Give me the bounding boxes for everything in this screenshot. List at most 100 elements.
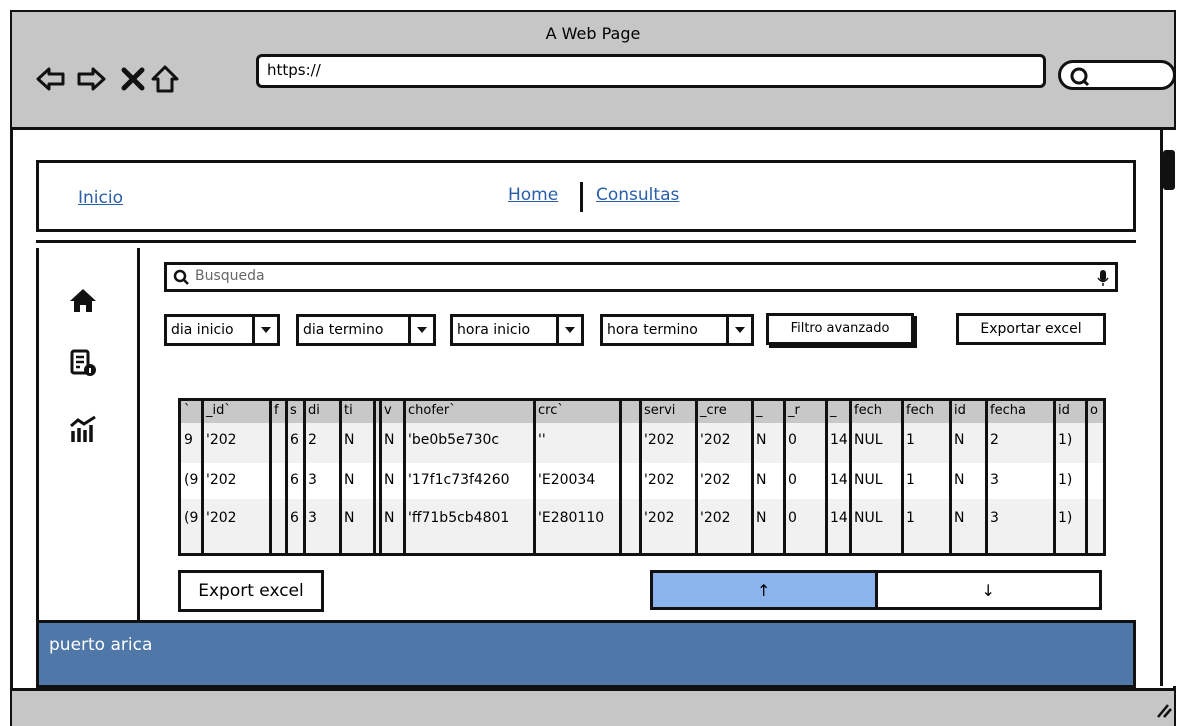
- column-divider: [403, 401, 406, 553]
- column-divider: [339, 401, 342, 553]
- column-divider: [303, 401, 306, 553]
- table-cell: N: [756, 472, 767, 488]
- export-excel-bottom-button[interactable]: Export excel: [178, 570, 324, 612]
- table-cell: 2: [308, 432, 317, 448]
- close-icon[interactable]: [118, 64, 148, 94]
- table-cell: 1: [906, 472, 915, 488]
- column-divider: [379, 401, 382, 553]
- table-row[interactable]: (9'202 6 3 N N '17f1c73f4260 'E20034'202'202 N 0…: [181, 463, 1103, 499]
- table-cell: NUL: [854, 472, 883, 488]
- top-navigation: [36, 160, 1136, 232]
- table-cell: N: [954, 472, 965, 488]
- advanced-filter-button[interactable]: Filtro avanzado: [766, 313, 914, 345]
- table-cell: N: [954, 510, 965, 526]
- dropdown-dia-termino[interactable]: dia termino: [296, 314, 436, 346]
- vertical-scrollbar[interactable]: [1160, 130, 1176, 686]
- table-header-cell[interactable]: _: [827, 401, 851, 423]
- table-cell: '202: [206, 510, 237, 526]
- table-header-cell[interactable]: _id`: [203, 401, 271, 423]
- table-header-cell[interactable]: fecha: [987, 401, 1055, 423]
- url-bar[interactable]: https://: [256, 54, 1046, 88]
- table-cell: '202: [206, 432, 237, 448]
- nav-link-consultas[interactable]: Consultas: [596, 185, 679, 205]
- dropdown-dia-inicio[interactable]: dia inicio: [164, 314, 280, 346]
- column-divider: [849, 401, 852, 553]
- table-cell: 3: [990, 472, 999, 488]
- search-input[interactable]: Busqueda: [164, 262, 1118, 292]
- table-header-cell[interactable]: _r: [785, 401, 827, 423]
- table-cell: N: [344, 472, 355, 488]
- table-cell: 1): [1058, 510, 1073, 526]
- table-header-cell[interactable]: id: [951, 401, 987, 423]
- content-divider: [36, 240, 1136, 243]
- nav-link-inicio[interactable]: Inicio: [78, 188, 123, 208]
- table-cell: [621, 463, 641, 499]
- table-cell: [1087, 463, 1103, 499]
- table-cell: NUL: [854, 510, 883, 526]
- home-icon[interactable]: [150, 64, 180, 94]
- table-cell: '202: [644, 472, 675, 488]
- report-icon[interactable]: [68, 348, 98, 378]
- column-divider: [1085, 401, 1088, 553]
- analytics-icon[interactable]: [68, 414, 98, 444]
- dropdown-hora-termino[interactable]: hora termino: [600, 314, 754, 346]
- home-icon[interactable]: [68, 286, 98, 316]
- resize-grip-icon[interactable]: [1156, 699, 1172, 719]
- export-excel-button[interactable]: Exportar excel: [956, 313, 1106, 345]
- back-arrow-icon[interactable]: [36, 64, 66, 94]
- column-divider: [751, 401, 754, 553]
- column-divider: [949, 401, 952, 553]
- forward-arrow-icon[interactable]: [76, 64, 106, 94]
- table-cell: '': [538, 432, 546, 448]
- nav-separator: [580, 182, 583, 212]
- table-cell: N: [384, 510, 395, 526]
- scrollbar-thumb[interactable]: [1163, 150, 1175, 190]
- table-header-cell[interactable]: servi: [641, 401, 697, 423]
- table-cell: 9: [184, 432, 193, 448]
- column-divider: [783, 401, 786, 553]
- table-cell: N: [954, 432, 965, 448]
- column-divider: [373, 401, 376, 553]
- nav-link-home[interactable]: Home: [508, 185, 558, 205]
- browser-search-field[interactable]: [1058, 60, 1176, 90]
- column-divider: [901, 401, 904, 553]
- table-cell: [1087, 423, 1103, 459]
- page-up-button[interactable]: ↑: [653, 573, 878, 607]
- table-cell: 3: [308, 510, 317, 526]
- table-header-cell[interactable]: chofer`: [405, 401, 535, 423]
- table-cell: 2: [990, 432, 999, 448]
- table-row[interactable]: 9'202 6 2 N N'be0b5e730c '' '202'202 N 0 14 NUL 1 N 2…: [181, 423, 1103, 459]
- microphone-icon[interactable]: [1097, 269, 1109, 287]
- table-cell: 0: [788, 472, 797, 488]
- table-header-cell[interactable]: fech: [851, 401, 903, 423]
- page-down-button[interactable]: ↓: [878, 573, 1100, 607]
- footer-text: puerto arica: [49, 635, 153, 655]
- table-cell: NUL: [854, 432, 883, 448]
- search-icon: [1070, 67, 1090, 87]
- table-header-cell[interactable]: di: [305, 401, 341, 423]
- table-header-cell[interactable]: `: [181, 401, 203, 423]
- table-header-cell[interactable]: fech: [903, 401, 951, 423]
- table-header-cell[interactable]: id: [1055, 401, 1087, 423]
- table-header-cell[interactable]: v: [381, 401, 405, 423]
- table-cell: 3: [990, 510, 999, 526]
- data-table: ` _id` f s di ti v chofer` crc` servi _cre _ _r _ fech…: [178, 398, 1106, 556]
- table-cell: N: [344, 432, 355, 448]
- table-cell: [621, 423, 641, 459]
- table-row[interactable]: (9'202 6 3 N N'ff71b5cb4801 'E280110'202'202 N…: [181, 501, 1103, 537]
- chevron-down-icon: [408, 317, 433, 343]
- table-header-cell[interactable]: o: [1087, 401, 1103, 423]
- table-cell: N: [344, 510, 355, 526]
- dropdown-hora-inicio[interactable]: hora inicio: [450, 314, 584, 346]
- table-header-cell[interactable]: [621, 401, 641, 423]
- table-cell: 'ff71b5cb4801: [408, 510, 510, 526]
- table-cell: [1087, 501, 1103, 537]
- table-cell: '202: [700, 432, 731, 448]
- table-cell: '202: [206, 472, 237, 488]
- table-header-cell[interactable]: _cre: [697, 401, 753, 423]
- window-title: A Web Page: [545, 24, 641, 43]
- table-header-cell[interactable]: ti: [341, 401, 375, 423]
- table-header-cell[interactable]: crc`: [535, 401, 621, 423]
- table-cell: 0: [788, 432, 797, 448]
- table-header-cell[interactable]: _: [753, 401, 785, 423]
